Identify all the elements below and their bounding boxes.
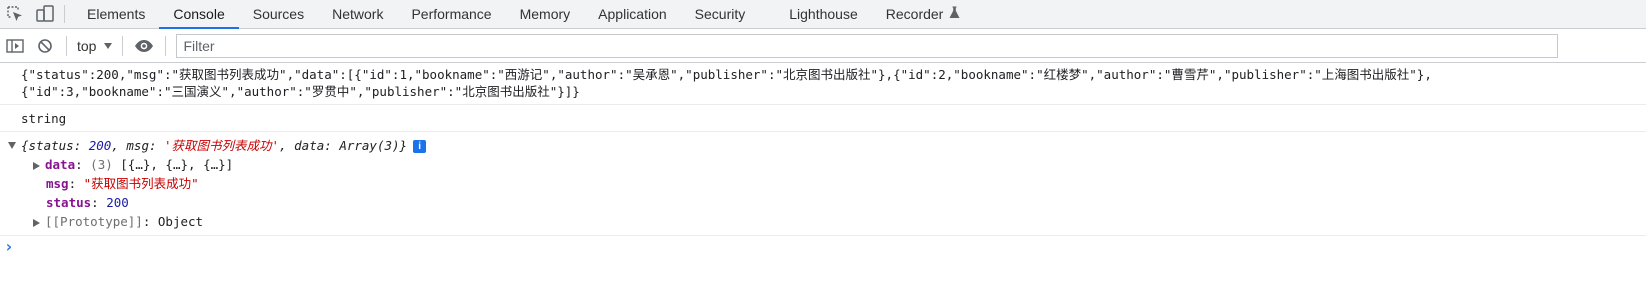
info-icon[interactable]: i [413,140,427,153]
context-label: top [77,37,97,54]
json-text-line: {"status":200,"msg":"获取图书列表成功","data":[{… [21,67,1432,82]
device-toolbar-icon[interactable] [30,0,60,28]
live-expression-eye-icon[interactable] [129,32,159,60]
property-value: 200 [106,195,129,210]
console-output: {"status":200,"msg":"获取图书列表成功","data":[{… [0,63,1646,258]
type-output-text: string [21,111,67,126]
console-sidebar-icon[interactable] [0,32,30,60]
json-text-line: {"id":3,"bookname":"三国演义","author":"罗贯中"… [21,84,580,99]
preview-key: data [294,138,325,153]
context-selector[interactable]: top [73,38,116,54]
tab-label: Memory [519,6,571,22]
property-value: "获取图书列表成功" [83,176,199,191]
console-message-json: {"status":200,"msg":"获取图书列表成功","data":[{… [0,63,1646,105]
toolbar-divider [165,35,167,56]
property-key: [[Prototype]] [45,214,143,229]
flask-icon [949,6,960,22]
property-key: msg [46,176,69,191]
toolbar-divider [122,35,124,56]
tab-label: Recorder [885,6,944,22]
tab-memory[interactable]: Memory [506,0,585,28]
tab-elements[interactable]: Elements [73,0,159,28]
toolbar-divider [64,5,65,23]
preview-value: '获取图书列表成功' [164,138,280,153]
filter-input[interactable] [176,33,1559,58]
property-value: Object [157,214,204,229]
preview-value: Array(3) [339,138,400,153]
object-property-data[interactable]: data: (3) [{…}, {…}, {…}] [21,155,1646,174]
tab-network[interactable]: Network [318,0,397,28]
property-key: status [46,195,92,210]
object-property-prototype[interactable]: [[Prototype]]: Object [21,212,1646,231]
clear-console-icon[interactable] [30,32,60,60]
tab-sources[interactable]: Sources [239,0,318,28]
tab-label: Elements [87,6,146,22]
preview-value: 200 [88,138,112,153]
tab-label: Console [173,6,225,22]
tab-security[interactable]: Security [681,0,776,28]
tab-application[interactable]: Application [584,0,681,28]
tab-performance[interactable]: Performance [397,0,505,28]
expand-triangle-right-icon[interactable] [33,161,40,170]
object-preview[interactable]: {status: 200, msg: '获取图书列表成功', data: Arr… [8,136,1646,155]
tab-recorder[interactable]: Recorder [872,0,975,28]
tab-label: Application [598,6,667,22]
expand-triangle-down-icon[interactable] [8,142,16,149]
console-prompt[interactable]: › [0,236,1646,258]
tab-label: Security [694,6,746,22]
property-key: data [45,157,76,172]
console-toolbar: top [0,29,1646,63]
console-message-type: string [0,105,1646,132]
tab-label: Sources [252,6,305,22]
tab-label: Network [332,6,384,22]
console-message-object: {status: 200, msg: '获取图书列表成功', data: Arr… [0,132,1646,236]
toolbar-divider [66,35,67,56]
property-value: [{…}, {…}, {…}] [120,157,234,172]
inspect-element-icon[interactable] [0,0,30,28]
prompt-chevron-icon: › [4,237,14,256]
object-property-status: status: 200 [46,195,129,210]
preview-key: msg [126,138,149,153]
tab-console[interactable]: Console [159,0,240,29]
object-property-msg: msg: "获取图书列表成功" [46,176,199,191]
chevron-down-icon [104,42,113,49]
property-count: (3) [90,157,113,172]
devtools-tabbar: Elements Console Sources Network Perform… [0,0,1646,29]
expand-triangle-right-icon[interactable] [33,218,40,227]
tab-lighthouse[interactable]: Lighthouse [775,0,872,28]
tab-label: Performance [411,6,492,22]
preview-key: status [28,138,74,153]
tab-label: Lighthouse [789,6,858,22]
